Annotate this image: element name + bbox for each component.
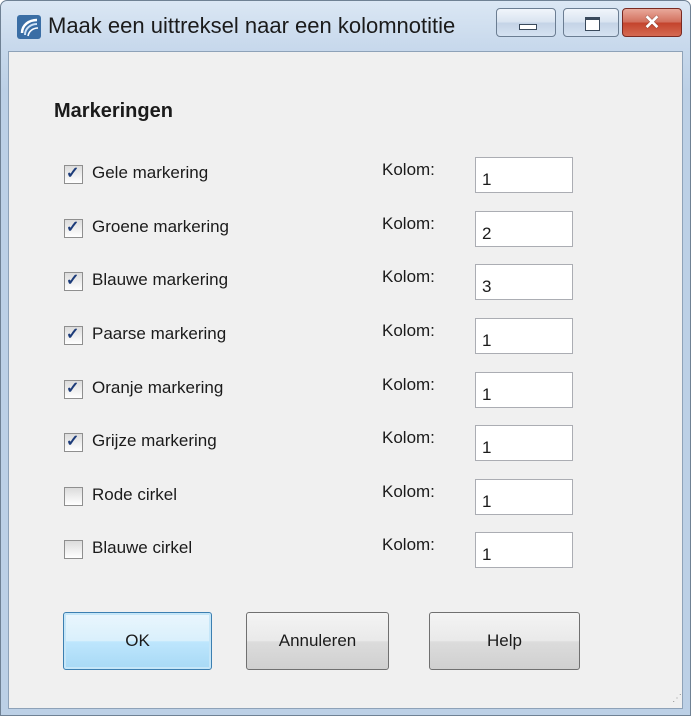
- kolom-input-groene[interactable]: 2: [475, 211, 573, 247]
- kolom-label: Kolom:: [382, 160, 435, 179]
- checkbox-label: Gele markering: [92, 163, 209, 182]
- kolom-label: Kolom:: [382, 267, 435, 286]
- kolom-label: Kolom:: [382, 535, 435, 554]
- checkbox-oranje-markering[interactable]: ✓: [64, 380, 83, 399]
- kolom-input-blauwe-cirkel[interactable]: 1: [475, 532, 573, 568]
- checkbox-label: Blauwe cirkel: [92, 538, 193, 557]
- checkbox-label: Grijze markering: [92, 431, 217, 450]
- kolom-input-paarse[interactable]: 1: [475, 318, 573, 354]
- checkbox-rode-cirkel[interactable]: [64, 487, 83, 506]
- checkmark-icon: ✓: [66, 165, 80, 182]
- row-blauwe-markering: ✓ Blauwe markering Kolom: 3: [0, 264, 693, 304]
- checkbox-label: Paarse markering: [92, 324, 227, 343]
- row-grijze-markering: ✓ Grijze markering Kolom: 1: [0, 425, 693, 465]
- close-icon: ✕: [643, 12, 661, 34]
- cancel-button[interactable]: Annuleren: [246, 612, 389, 670]
- checkbox-label: Oranje markering: [92, 378, 224, 397]
- row-rode-cirkel: Rode cirkel Kolom: 1: [0, 479, 693, 519]
- kolom-input-grijze[interactable]: 1: [475, 425, 573, 461]
- checkbox-label: Rode cirkel: [92, 485, 178, 504]
- title-bar[interactable]: Maak een uittreksel naar een kolomnotiti…: [1, 1, 690, 51]
- kolom-input-oranje[interactable]: 1: [475, 372, 573, 408]
- checkbox-blauwe-cirkel[interactable]: [64, 540, 83, 559]
- checkmark-icon: ✓: [66, 380, 80, 397]
- checkmark-icon: ✓: [66, 219, 80, 236]
- checkbox-label: Blauwe markering: [92, 270, 229, 289]
- kolom-label: Kolom:: [382, 482, 435, 501]
- window-title: Maak een uittreksel naar een kolomnotiti…: [48, 13, 456, 38]
- app-swirl-icon: [17, 15, 41, 39]
- checkbox-label: Groene markering: [92, 217, 230, 236]
- kolom-input-gele[interactable]: 1: [475, 157, 573, 193]
- kolom-label: Kolom:: [382, 321, 435, 340]
- checkbox-blauwe-markering[interactable]: ✓: [64, 272, 83, 291]
- resize-grip-icon[interactable]: ⋰: [672, 693, 682, 704]
- minimize-button[interactable]: [496, 8, 556, 37]
- kolom-input-blauwe[interactable]: 3: [475, 264, 573, 300]
- row-groene-markering: ✓ Groene markering Kolom: 2: [0, 211, 693, 251]
- row-paarse-markering: ✓ Paarse markering Kolom: 1: [0, 318, 693, 358]
- close-button[interactable]: ✕: [622, 8, 682, 37]
- kolom-input-rode-cirkel[interactable]: 1: [475, 479, 573, 515]
- checkbox-groene-markering[interactable]: ✓: [64, 219, 83, 238]
- checkbox-gele-markering[interactable]: ✓: [64, 165, 83, 184]
- kolom-label: Kolom:: [382, 428, 435, 447]
- checkmark-icon: ✓: [66, 326, 80, 343]
- row-oranje-markering: ✓ Oranje markering Kolom: 1: [0, 372, 693, 412]
- row-gele-markering: ✓ Gele markering Kolom: 1: [0, 157, 693, 197]
- checkmark-icon: ✓: [66, 272, 80, 289]
- checkmark-icon: ✓: [66, 433, 80, 450]
- maximize-icon: [585, 17, 600, 31]
- kolom-label: Kolom:: [382, 375, 435, 394]
- kolom-label: Kolom:: [382, 214, 435, 233]
- row-blauwe-cirkel: Blauwe cirkel Kolom: 1: [0, 532, 693, 572]
- checkbox-grijze-markering[interactable]: ✓: [64, 433, 83, 452]
- minimize-icon: [519, 24, 537, 30]
- maximize-button[interactable]: [563, 8, 619, 37]
- help-button[interactable]: Help: [429, 612, 580, 670]
- ok-button[interactable]: OK: [63, 612, 212, 670]
- checkbox-paarse-markering[interactable]: ✓: [64, 326, 83, 345]
- section-title: Markeringen: [54, 100, 173, 122]
